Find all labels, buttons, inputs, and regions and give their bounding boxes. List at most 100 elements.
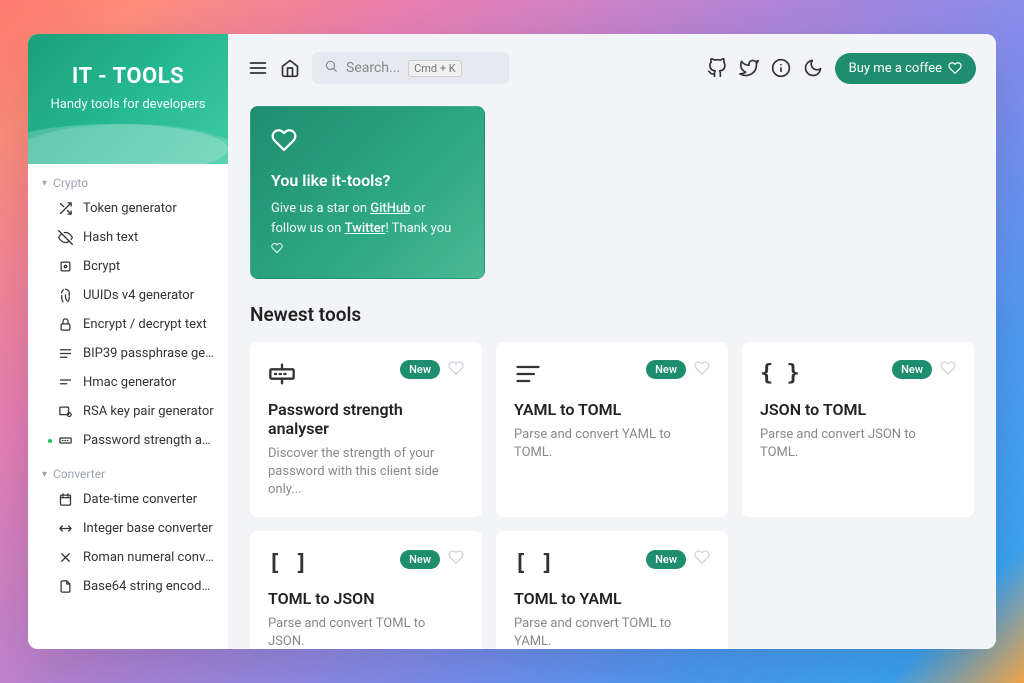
- favorite-button[interactable]: [448, 360, 464, 380]
- search-placeholder: Search...: [346, 60, 400, 76]
- file-icon: [58, 579, 73, 594]
- sidebar-item-base64[interactable]: Base64 string encoder...: [28, 572, 228, 601]
- sidebar-item-label: RSA key pair generator: [83, 404, 214, 419]
- card-title: TOML to YAML: [514, 589, 710, 608]
- sidebar-item-label: Password strength ana...: [83, 433, 214, 448]
- card-description: Parse and convert JSON to TOML.: [760, 426, 956, 462]
- section-title: Newest tools: [250, 303, 974, 326]
- sidebar-item-label: BIP39 passphrase gen...: [83, 346, 214, 361]
- promo-card: You like it-tools? Give us a star on Git…: [250, 106, 485, 279]
- new-badge: New: [892, 360, 932, 379]
- topbar: Search... Cmd + K Buy me a coffee: [228, 34, 996, 94]
- category-label: Crypto: [53, 176, 88, 190]
- form-icon: [268, 360, 296, 388]
- tool-card-json-toml[interactable]: { } New JSON to TOML Parse and convert JS…: [742, 342, 974, 518]
- sidebar-item-label: UUIDs v4 generator: [83, 288, 194, 303]
- tool-card-password-strength[interactable]: New Password strength analyser Discover …: [250, 342, 482, 518]
- sidebar-item-encrypt[interactable]: Encrypt / decrypt text: [28, 310, 228, 339]
- sidebar-item-label: Encrypt / decrypt text: [83, 317, 207, 332]
- favorite-button[interactable]: [694, 549, 710, 569]
- promo-text: Give us a star on GitHub or follow us on…: [271, 199, 464, 258]
- align-left-icon: [514, 360, 542, 388]
- brackets-icon: [ ]: [514, 549, 554, 577]
- sidebar-item-uuid[interactable]: UUIDs v4 generator: [28, 281, 228, 310]
- app-window: IT - TOOLS Handy tools for developers ▾ C…: [28, 34, 996, 649]
- info-button[interactable]: [771, 58, 791, 78]
- sidebar-header: IT - TOOLS Handy tools for developers: [28, 34, 228, 164]
- heart-icon: [271, 127, 464, 157]
- sidebar-item-rsa[interactable]: RSA key pair generator: [28, 397, 228, 426]
- card-description: Parse and convert TOML to JSON.: [268, 615, 464, 649]
- sidebar-item-roman[interactable]: Roman numeral conver...: [28, 543, 228, 572]
- sidebar: IT - TOOLS Handy tools for developers ▾ C…: [28, 34, 228, 649]
- sidebar-item-integer-base[interactable]: Integer base converter: [28, 514, 228, 543]
- category-converter[interactable]: ▾ Converter: [28, 455, 228, 485]
- app-subtitle: Handy tools for developers: [28, 97, 228, 112]
- sidebar-item-label: Base64 string encoder...: [83, 579, 214, 594]
- sidebar-item-hmac[interactable]: Hmac generator: [28, 368, 228, 397]
- new-badge: New: [646, 360, 686, 379]
- theme-toggle-button[interactable]: [803, 58, 823, 78]
- form-icon: [58, 433, 73, 448]
- favorite-button[interactable]: [940, 360, 956, 380]
- chevron-down-icon: ▾: [42, 178, 47, 189]
- sidebar-item-bip39[interactable]: BIP39 passphrase gen...: [28, 339, 228, 368]
- tools-grid: New Password strength analyser Discover …: [250, 342, 974, 650]
- sidebar-item-label: Roman numeral conver...: [83, 550, 214, 565]
- card-title: YAML to TOML: [514, 400, 710, 419]
- twitter-link[interactable]: Twitter: [345, 221, 386, 236]
- search-input[interactable]: Search... Cmd + K: [312, 52, 509, 84]
- category-crypto[interactable]: ▾ Crypto: [28, 164, 228, 194]
- sidebar-item-label: Hash text: [83, 230, 138, 245]
- sidebar-item-password-strength[interactable]: Password strength ana...: [28, 426, 228, 455]
- lock-square-icon: [58, 259, 73, 274]
- eye-off-icon: [58, 230, 73, 245]
- favorite-button[interactable]: [448, 549, 464, 569]
- card-title: JSON to TOML: [760, 400, 956, 419]
- category-label: Converter: [53, 467, 105, 481]
- menu-button[interactable]: [248, 58, 268, 78]
- list-icon: [58, 346, 73, 361]
- search-icon: [324, 59, 338, 77]
- card-description: Discover the strength of your password w…: [268, 445, 464, 500]
- content: You like it-tools? Give us a star on Git…: [228, 94, 996, 649]
- topbar-actions: Buy me a coffee: [707, 53, 976, 84]
- home-button[interactable]: [280, 58, 300, 78]
- sidebar-item-datetime[interactable]: Date-time converter: [28, 485, 228, 514]
- card-title: TOML to JSON: [268, 589, 464, 608]
- coffee-label: Buy me a coffee: [849, 61, 942, 76]
- sidebar-item-bcrypt[interactable]: Bcrypt: [28, 252, 228, 281]
- app-title: IT - TOOLS: [28, 64, 228, 89]
- github-link[interactable]: GitHub: [370, 201, 410, 216]
- sidebar-item-label: Integer base converter: [83, 521, 213, 536]
- sidebar-item-label: Bcrypt: [83, 259, 120, 274]
- brackets-icon: [ ]: [268, 549, 308, 577]
- sidebar-item-token-generator[interactable]: Token generator: [28, 194, 228, 223]
- x-icon: [58, 550, 73, 565]
- twitter-button[interactable]: [739, 58, 759, 78]
- calendar-icon: [58, 492, 73, 507]
- card-description: Parse and convert TOML to YAML.: [514, 615, 710, 649]
- list-short-icon: [58, 375, 73, 390]
- promo-title: You like it-tools?: [271, 171, 464, 190]
- buy-coffee-button[interactable]: Buy me a coffee: [835, 53, 976, 84]
- active-indicator-icon: [48, 439, 52, 443]
- new-badge: New: [646, 550, 686, 569]
- certificate-icon: [58, 404, 73, 419]
- card-description: Parse and convert YAML to TOML.: [514, 426, 710, 462]
- tool-card-yaml-toml[interactable]: New YAML to TOML Parse and convert YAML …: [496, 342, 728, 518]
- lock-icon: [58, 317, 73, 332]
- main-area: Search... Cmd + K Buy me a coffee You li…: [228, 34, 996, 649]
- card-title: Password strength analyser: [268, 400, 464, 438]
- github-button[interactable]: [707, 58, 727, 78]
- sidebar-item-label: Token generator: [83, 201, 177, 216]
- new-badge: New: [400, 360, 440, 379]
- braces-icon: { }: [760, 360, 800, 388]
- new-badge: New: [400, 550, 440, 569]
- sidebar-item-hash-text[interactable]: Hash text: [28, 223, 228, 252]
- sidebar-item-label: Hmac generator: [83, 375, 176, 390]
- tool-card-toml-yaml[interactable]: [ ] New TOML to YAML Parse and convert TO…: [496, 531, 728, 649]
- favorite-button[interactable]: [694, 360, 710, 380]
- chevron-down-icon: ▾: [42, 469, 47, 480]
- tool-card-toml-json[interactable]: [ ] New TOML to JSON Parse and convert TO…: [250, 531, 482, 649]
